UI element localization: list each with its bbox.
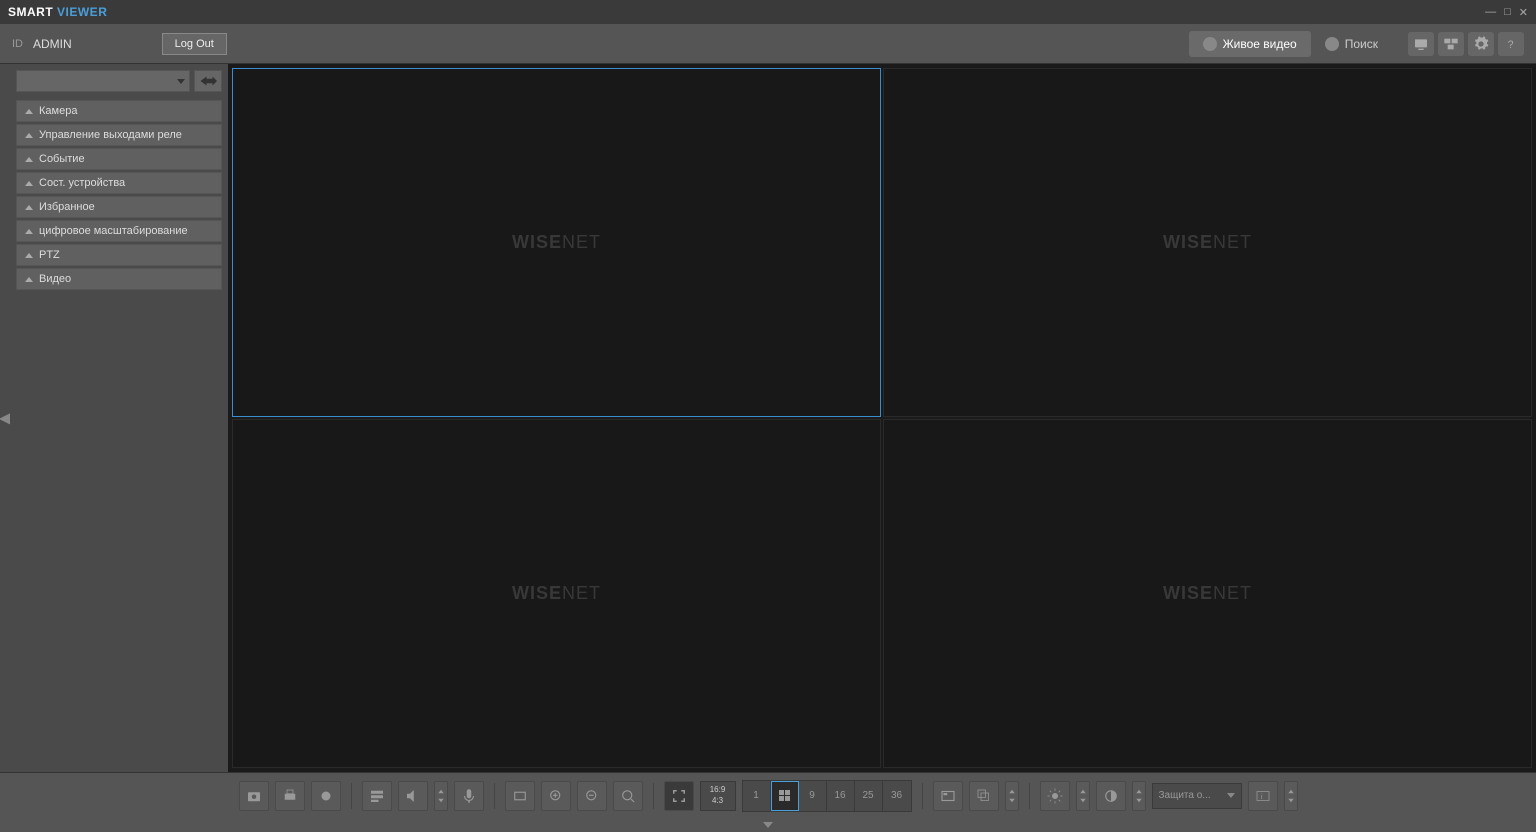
- logout-button[interactable]: Log Out: [162, 33, 227, 55]
- info-button[interactable]: i: [1248, 781, 1278, 811]
- sidebar-item-video[interactable]: Видео: [16, 268, 222, 290]
- chevron-down-icon: [1227, 793, 1235, 798]
- id-label: ID: [12, 38, 23, 50]
- sidebar-item-device-status[interactable]: Сост. устройства: [16, 172, 222, 194]
- search-icon: [1325, 37, 1339, 51]
- audio-button[interactable]: [398, 781, 428, 811]
- layer-stepper[interactable]: [1005, 781, 1019, 811]
- info-stepper[interactable]: [1284, 781, 1298, 811]
- zoom-reset-button[interactable]: [613, 781, 643, 811]
- layout-4[interactable]: [771, 781, 799, 811]
- video-tile-3[interactable]: WISENET: [232, 419, 881, 768]
- brightness-stepper[interactable]: [1076, 781, 1090, 811]
- close-button[interactable]: ✕: [1519, 6, 1528, 19]
- video-tile-2[interactable]: WISENET: [883, 68, 1532, 417]
- watermark: WISENET: [512, 232, 601, 253]
- contrast-button[interactable]: [1096, 781, 1126, 811]
- sidebar-item-event[interactable]: Событие: [16, 148, 222, 170]
- help-icon[interactable]: ?: [1498, 32, 1524, 56]
- layout-9[interactable]: 9: [799, 781, 827, 811]
- device-select[interactable]: [16, 70, 190, 92]
- sidebar-item-ptz[interactable]: PTZ: [16, 244, 222, 266]
- header: ID ADMIN Log Out Живое видео Поиск ?: [0, 24, 1536, 64]
- sidebar-item-camera[interactable]: Камера: [16, 100, 222, 122]
- sidebar-collapse[interactable]: ◀: [0, 64, 10, 772]
- sequence-button[interactable]: [362, 781, 392, 811]
- layout-16[interactable]: 16: [827, 781, 855, 811]
- privacy-protection-select[interactable]: Защита о...: [1152, 783, 1242, 809]
- layout-1[interactable]: 1: [743, 781, 771, 811]
- auto-connect-button[interactable]: [194, 70, 222, 92]
- record-button[interactable]: [311, 781, 341, 811]
- osd-button[interactable]: [933, 781, 963, 811]
- sidebar: Камера Управление выходами реле Событие …: [10, 64, 228, 772]
- sidebar-item-digital-zoom[interactable]: цифровое масштабирование: [16, 220, 222, 242]
- contrast-stepper[interactable]: [1132, 781, 1146, 811]
- titlebar: SMART VIEWER — □ ✕: [0, 0, 1536, 24]
- layers-button[interactable]: [969, 781, 999, 811]
- watermark: WISENET: [1163, 232, 1252, 253]
- svg-text:?: ?: [1508, 39, 1514, 51]
- zoom-in-button[interactable]: [541, 781, 571, 811]
- layout-buttons: 1 9 16 25 36: [742, 780, 912, 812]
- app-logo: SMART VIEWER: [8, 5, 107, 19]
- screens-icon[interactable]: [1438, 32, 1464, 56]
- chevron-down-icon: [177, 79, 185, 84]
- mode-search[interactable]: Поиск: [1311, 31, 1392, 57]
- settings-icon[interactable]: [1468, 32, 1494, 56]
- sidebar-item-favorites[interactable]: Избранное: [16, 196, 222, 218]
- layout-25[interactable]: 25: [855, 781, 883, 811]
- user-name: ADMIN: [33, 37, 72, 51]
- snapshot-button[interactable]: [239, 781, 269, 811]
- live-icon: [1203, 37, 1217, 51]
- fit-button[interactable]: [505, 781, 535, 811]
- layout-36[interactable]: 36: [883, 781, 911, 811]
- video-area: WISENET WISENET WISENET WISENET: [228, 64, 1536, 772]
- sidebar-item-relay[interactable]: Управление выходами реле: [16, 124, 222, 146]
- aspect-ratio-toggle[interactable]: 16:94:3: [700, 781, 736, 811]
- window-controls: — □ ✕: [1485, 6, 1528, 19]
- monitor-icon[interactable]: [1408, 32, 1434, 56]
- minimize-button[interactable]: —: [1485, 6, 1496, 19]
- fullscreen-button[interactable]: [664, 781, 694, 811]
- bottom-toolbar: 16:94:3 1 9 16 25 36 Защита о... i: [0, 772, 1536, 818]
- video-tile-4[interactable]: WISENET: [883, 419, 1532, 768]
- watermark: WISENET: [1163, 583, 1252, 604]
- zoom-out-button[interactable]: [577, 781, 607, 811]
- mode-live[interactable]: Живое видео: [1189, 31, 1311, 57]
- video-tile-1[interactable]: WISENET: [232, 68, 881, 417]
- bottombar-expand[interactable]: [0, 818, 1536, 832]
- print-button[interactable]: [275, 781, 305, 811]
- mic-button[interactable]: [454, 781, 484, 811]
- audio-stepper[interactable]: [434, 781, 448, 811]
- brightness-button[interactable]: [1040, 781, 1070, 811]
- maximize-button[interactable]: □: [1504, 6, 1511, 19]
- watermark: WISENET: [512, 583, 601, 604]
- svg-text:i: i: [1260, 792, 1262, 801]
